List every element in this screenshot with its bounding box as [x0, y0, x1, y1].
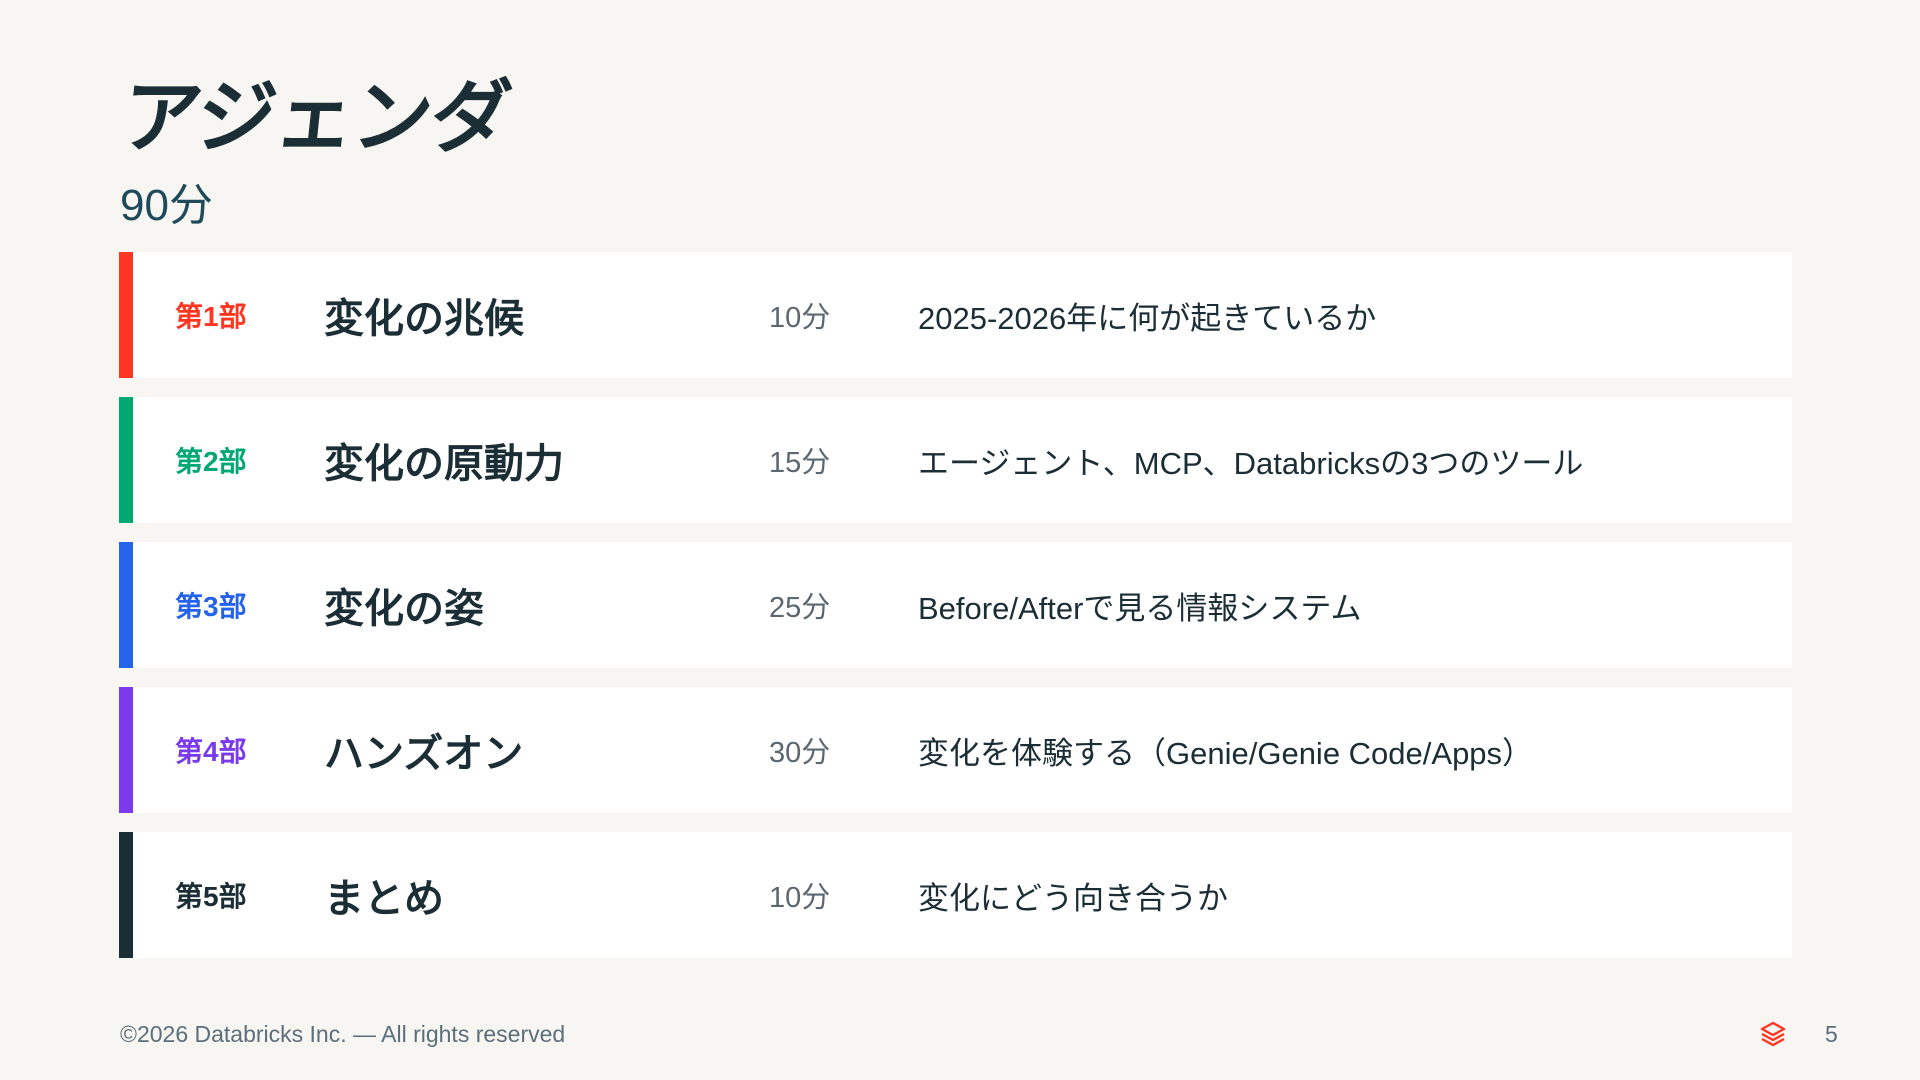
slide-subtitle: 90分: [120, 181, 213, 230]
part-label: 第4部: [175, 736, 247, 767]
accent-bar: [119, 397, 133, 523]
accent-bar: [119, 252, 133, 378]
copyright-text: ©2026 Databricks Inc. — All rights reser…: [120, 1021, 566, 1047]
agenda-row: 第1部 変化の兆候 10分 2025-2026年に何が起きているか: [119, 252, 1792, 378]
section-duration: 15分: [769, 447, 831, 479]
section-description: 変化を体験する（Genie/Genie Code/Apps）: [918, 735, 1534, 771]
part-label: 第5部: [175, 881, 247, 912]
agenda-row: 第5部 まとめ 10分 変化にどう向き合うか: [119, 832, 1792, 958]
part-label: 第1部: [175, 301, 247, 332]
section-name: 変化の原動力: [324, 442, 564, 486]
section-duration: 25分: [769, 592, 831, 624]
databricks-logo-icon: [1760, 1021, 1786, 1047]
slide-title: アジェンダ: [117, 73, 514, 162]
section-duration: 10分: [769, 882, 831, 914]
part-label: 第2部: [175, 446, 247, 477]
part-label: 第3部: [175, 591, 247, 622]
accent-bar: [119, 687, 133, 813]
section-description: エージェント、MCP、Databricksの3つのツール: [918, 445, 1584, 481]
accent-bar: [119, 832, 133, 958]
page-number: 5: [1825, 1021, 1838, 1047]
section-description: 変化にどう向き合うか: [918, 880, 1228, 916]
agenda-row: 第4部 ハンズオン 30分 変化を体験する（Genie/Genie Code/A…: [119, 687, 1792, 813]
section-duration: 30分: [769, 737, 831, 769]
section-name: まとめ: [324, 877, 444, 921]
agenda-list: 第1部 変化の兆候 10分 2025-2026年に何が起きているか 第2部 変化…: [119, 252, 1792, 977]
section-description: Before/Afterで見る情報システム: [918, 590, 1362, 626]
agenda-row: 第3部 変化の姿 25分 Before/Afterで見る情報システム: [119, 542, 1792, 668]
accent-bar: [119, 542, 133, 668]
section-name: ハンズオン: [324, 732, 524, 776]
section-description: 2025-2026年に何が起きているか: [918, 300, 1377, 336]
agenda-row: 第2部 変化の原動力 15分 エージェント、MCP、Databricksの3つの…: [119, 397, 1792, 523]
section-name: 変化の姿: [324, 587, 484, 631]
section-name: 変化の兆候: [324, 297, 524, 341]
section-duration: 10分: [769, 302, 831, 334]
